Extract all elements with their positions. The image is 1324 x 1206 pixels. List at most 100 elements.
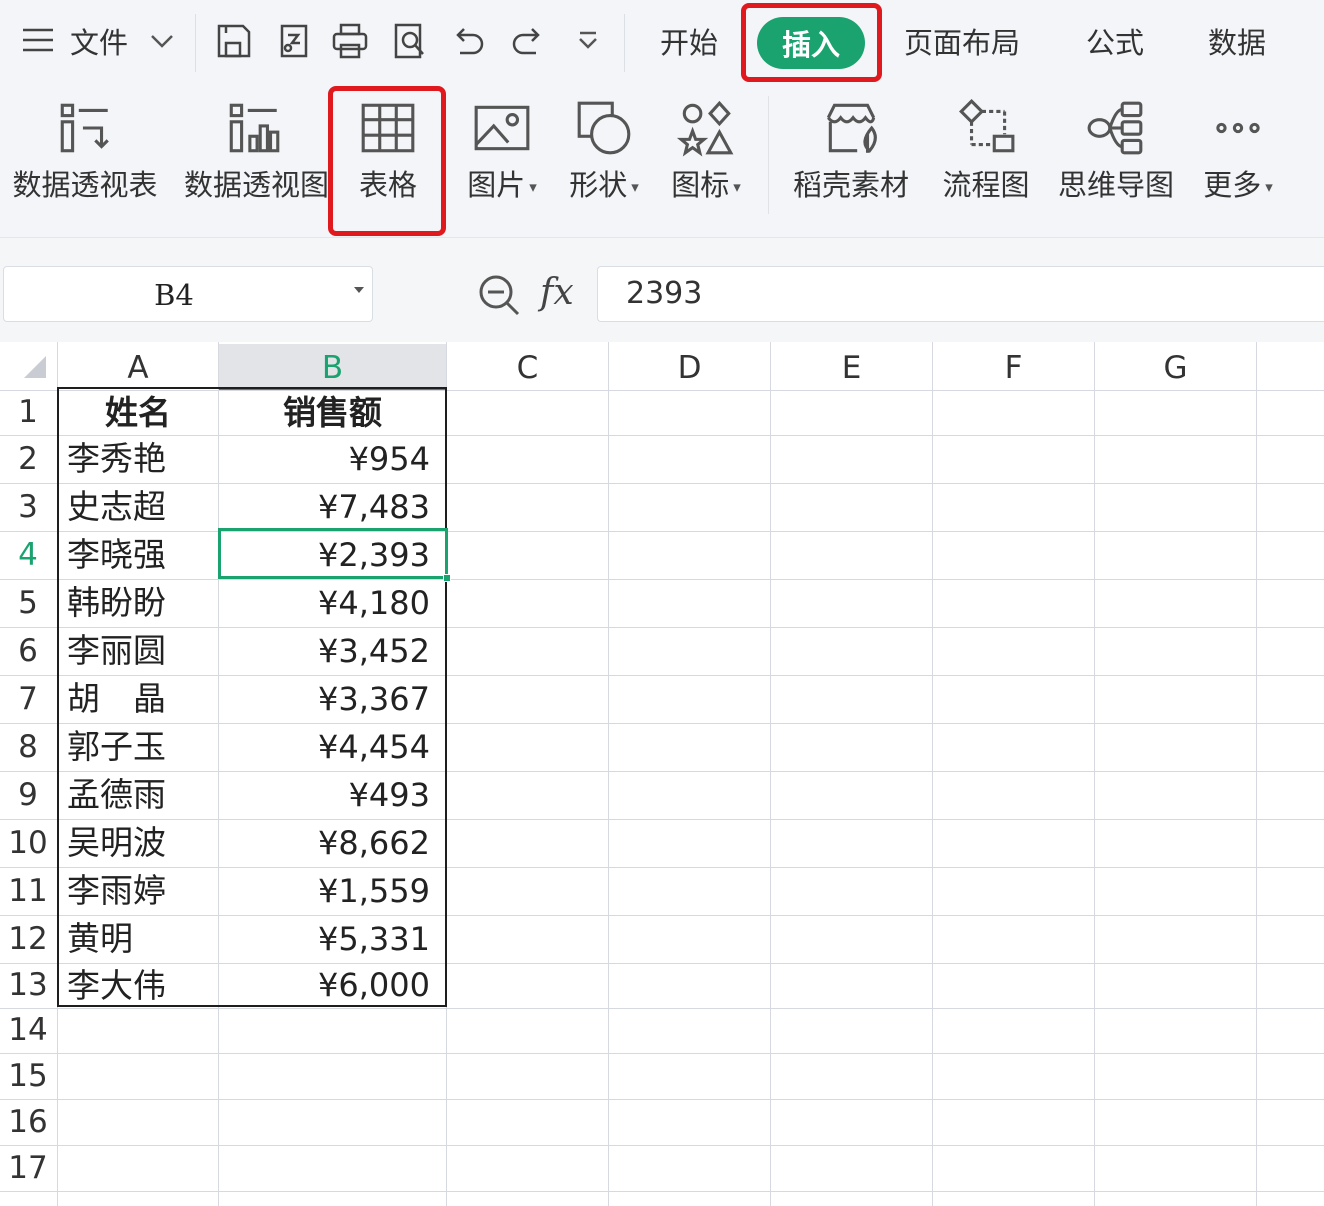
tab-data[interactable]: 数据 <box>1208 22 1266 64</box>
column-gridline <box>1094 342 1095 1206</box>
redo-icon[interactable] <box>506 18 550 64</box>
row-header-5[interactable]: 5 <box>0 579 56 627</box>
icons-dropdown-caret-icon[interactable]: ▾ <box>733 178 741 196</box>
ribbon-docer-material-label: 稻壳素材 <box>792 168 909 202</box>
tab-formulas-label: 公式 <box>1086 26 1145 60</box>
column-header-c[interactable]: C <box>447 344 608 390</box>
column-gridline <box>932 342 933 1206</box>
flowchart-icon <box>934 96 1038 160</box>
fill-handle[interactable] <box>443 574 451 582</box>
ribbon-icons-label: 图标 <box>671 168 730 202</box>
tab-page-layout-label: 页面布局 <box>904 26 1021 60</box>
mindmap-icon <box>1052 96 1180 160</box>
hamburger-menu-icon[interactable] <box>16 18 60 64</box>
row-header-4[interactable]: 4 <box>0 531 56 579</box>
ribbon-picture-button[interactable]: 图片 ▾ <box>456 86 548 226</box>
row-header-8[interactable]: 8 <box>0 723 56 771</box>
file-dropdown-chevron-icon[interactable] <box>140 18 184 64</box>
quick-access-dropdown-icon[interactable] <box>566 18 610 64</box>
shapes-dropdown-caret-icon[interactable]: ▾ <box>631 178 639 196</box>
ribbon-shapes-label: 形状 <box>569 168 628 202</box>
row-gridline <box>0 1008 1324 1009</box>
row-header-17[interactable]: 17 <box>0 1145 56 1191</box>
tab-home[interactable]: 开始 <box>660 22 718 64</box>
tab-home-label: 开始 <box>660 26 719 60</box>
column-gridline <box>1256 342 1257 1206</box>
formula-value: 2393 <box>626 276 703 311</box>
formula-input[interactable]: 2393 <box>597 266 1324 322</box>
row-header-14[interactable]: 14 <box>0 1008 56 1053</box>
column-gridline <box>770 342 771 1206</box>
column-header-d[interactable]: D <box>609 344 770 390</box>
icons-icon <box>660 96 752 160</box>
pivot-chart-icon <box>178 96 330 160</box>
ribbon-icons-button[interactable]: 图标 ▾ <box>660 86 752 226</box>
row-header-3[interactable]: 3 <box>0 483 56 531</box>
docer-material-icon <box>784 96 918 160</box>
menu-bar: 文件 开始 插入 页面布局 公式 数据 <box>0 0 1324 86</box>
table-button-highlight-box <box>328 86 446 236</box>
insert-ribbon: 数据透视表 数据透视图 表格 图片 ▾ 形状 ▾ 图标 ▾ 稻壳素材 流程图 思… <box>0 86 1324 238</box>
tab-formulas[interactable]: 公式 <box>1086 22 1144 64</box>
print-preview-icon[interactable] <box>388 18 432 64</box>
row-header-11[interactable]: 11 <box>0 867 56 915</box>
ribbon-more-label: 更多 <box>1203 168 1262 202</box>
ribbon-pivot-table-button[interactable]: 数据透视表 <box>4 86 166 226</box>
more-dropdown-caret-icon[interactable]: ▾ <box>1265 178 1273 196</box>
row-header-10[interactable]: 10 <box>0 819 56 867</box>
ribbon-mindmap-label: 思维导图 <box>1057 168 1174 202</box>
row-header-6[interactable]: 6 <box>0 627 56 675</box>
row-gridline <box>0 1099 1324 1100</box>
picture-icon <box>456 96 548 160</box>
column-header-e[interactable]: E <box>771 344 932 390</box>
ribbon-pivot-table-label: 数据透视表 <box>12 168 158 202</box>
row-header-9[interactable]: 9 <box>0 771 56 819</box>
data-table-border <box>57 387 447 1007</box>
tab-page-layout[interactable]: 页面布局 <box>904 22 1020 64</box>
ribbon-flowchart-button[interactable]: 流程图 <box>934 86 1038 226</box>
save-icon[interactable] <box>212 18 256 64</box>
insert-function-icon[interactable]: fx <box>540 268 574 318</box>
row-header-15[interactable]: 15 <box>0 1053 56 1099</box>
ribbon-flowchart-label: 流程图 <box>942 168 1030 202</box>
name-box-dropdown-icon[interactable] <box>354 287 364 293</box>
ribbon-more-button[interactable]: 更多 ▾ <box>1192 86 1284 226</box>
shapes-icon <box>558 96 650 160</box>
ribbon-pivot-chart-label: 数据透视图 <box>184 168 330 202</box>
spreadsheet-grid[interactable]: ABCDEFG 1 2 3 4 5 6 7 8 9 10 11 12 13 14 15 16 17 姓名 销售额李… <box>0 342 1324 1206</box>
select-all-corner[interactable] <box>0 342 56 388</box>
toolbar-divider <box>195 14 196 72</box>
row-header-1[interactable]: 1 <box>0 390 56 435</box>
ribbon-mindmap-button[interactable]: 思维导图 <box>1052 86 1180 226</box>
row-header-7[interactable]: 7 <box>0 675 56 723</box>
zoom-out-icon[interactable] <box>476 272 522 318</box>
undo-icon[interactable] <box>446 18 490 64</box>
ribbon-picture-label: 图片 <box>467 168 526 202</box>
row-header-13[interactable]: 13 <box>0 963 56 1008</box>
row-header-16[interactable]: 16 <box>0 1099 56 1145</box>
picture-dropdown-caret-icon[interactable]: ▾ <box>529 178 537 196</box>
tab-data-label: 数据 <box>1208 26 1267 60</box>
formula-bar: B4 fx 2393 <box>0 238 1324 342</box>
ribbon-shapes-button[interactable]: 形状 ▾ <box>558 86 650 226</box>
fx-label: fx <box>540 272 574 313</box>
ribbon-pivot-chart-button[interactable]: 数据透视图 <box>178 86 330 226</box>
column-header-g[interactable]: G <box>1095 344 1256 390</box>
column-header-a[interactable]: A <box>58 344 218 390</box>
print-icon[interactable] <box>328 18 372 64</box>
active-cell-cursor[interactable] <box>218 528 448 579</box>
column-header-b[interactable]: B <box>219 344 446 390</box>
row-header-12[interactable]: 12 <box>0 915 56 963</box>
export-pdf-icon[interactable] <box>272 18 316 64</box>
file-menu-label: 文件 <box>70 26 129 60</box>
more-icon <box>1192 96 1284 160</box>
name-box[interactable]: B4 <box>3 266 373 322</box>
row-header-2[interactable]: 2 <box>0 435 56 483</box>
pivot-table-icon <box>4 96 166 160</box>
file-menu[interactable]: 文件 <box>70 22 128 64</box>
ribbon-docer-material-button[interactable]: 稻壳素材 <box>784 86 918 226</box>
row-gridline <box>0 1053 1324 1054</box>
toolbar-divider <box>624 14 625 72</box>
column-header-f[interactable]: F <box>933 344 1094 390</box>
insert-tab-highlight-box <box>741 3 882 82</box>
